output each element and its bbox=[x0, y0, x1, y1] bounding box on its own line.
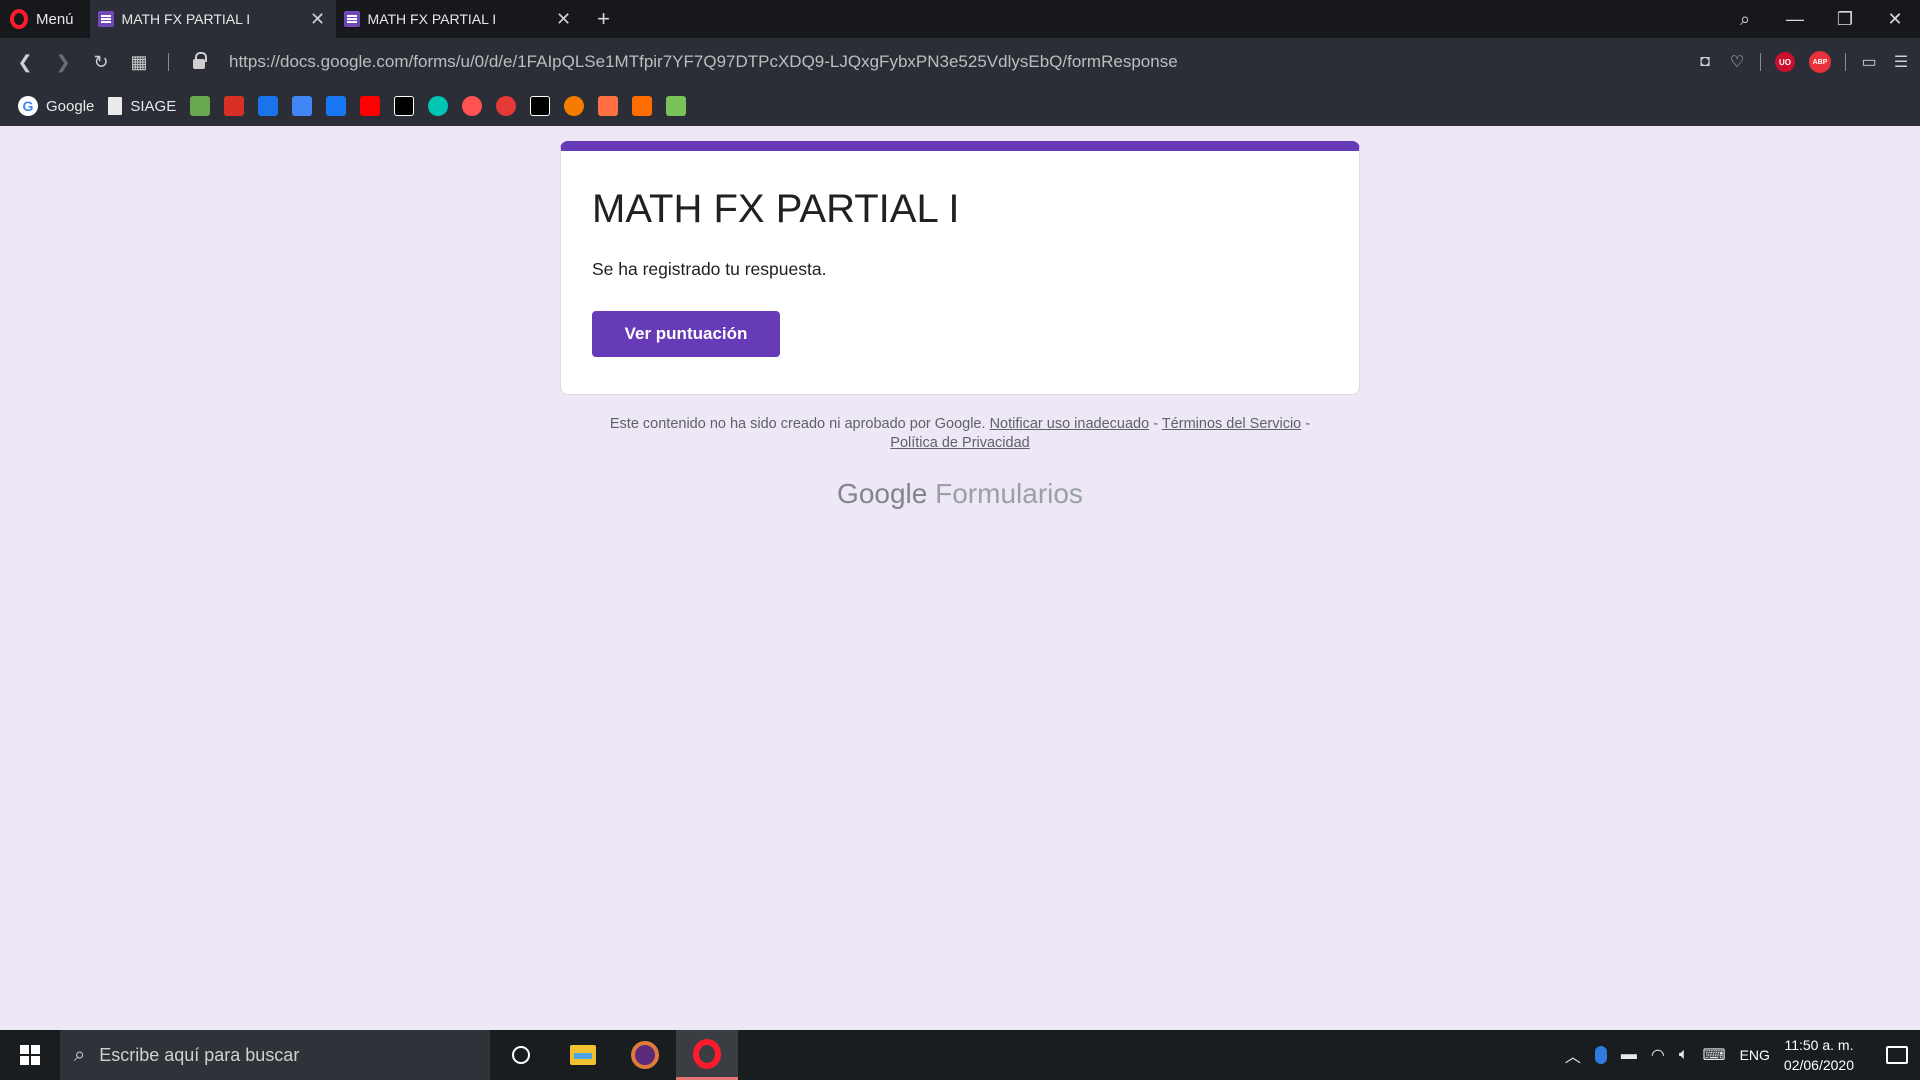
speed-dial-icon[interactable]: ▦ bbox=[120, 52, 158, 73]
bookmark-siage[interactable]: SIAGE bbox=[108, 97, 176, 115]
divider bbox=[1760, 53, 1761, 71]
ublock-icon[interactable]: UO bbox=[1775, 52, 1795, 72]
browser-tab-bar: Menú MATH FX PARTIAL I ✕ MATH FX PARTIAL… bbox=[0, 0, 1920, 38]
battery-saver-icon[interactable]: ▭ bbox=[1860, 53, 1878, 71]
tab-2[interactable]: MATH FX PARTIAL I ✕ bbox=[336, 0, 582, 38]
search-icon: ⌕ bbox=[74, 1043, 86, 1066]
opera-logo-icon bbox=[10, 9, 28, 29]
bluetooth-icon[interactable] bbox=[1594, 1046, 1607, 1064]
tomato-icon[interactable] bbox=[496, 96, 517, 116]
form-footer: Este contenido no ha sido creado ni apro… bbox=[560, 415, 1360, 453]
duolingo-icon[interactable] bbox=[666, 96, 687, 116]
opera-taskbar-button[interactable] bbox=[676, 1030, 738, 1080]
bookmark-icon[interactable] bbox=[632, 96, 653, 116]
start-button[interactable] bbox=[0, 1030, 60, 1080]
disclaimer-text: Este contenido no ha sido creado ni apro… bbox=[609, 416, 986, 432]
drive-icon[interactable] bbox=[258, 96, 279, 116]
address-bar: ❮ ❯ ↻ ▦ https://docs.google.com/forms/u/… bbox=[0, 38, 1920, 86]
url-field[interactable]: https://docs.google.com/forms/u/0/d/e/1F… bbox=[229, 52, 1178, 72]
separator: - bbox=[1153, 416, 1159, 432]
view-score-button[interactable]: Ver puntuación bbox=[592, 311, 780, 357]
translate-icon[interactable] bbox=[292, 96, 313, 116]
form-page: MATH FX PARTIAL I Se ha registrado tu re… bbox=[0, 126, 1920, 1030]
camera-icon[interactable]: ◘ bbox=[1696, 53, 1714, 71]
system-tray: ︿ ▬ ◠ 🔈︎ ⌨ ENG 11:50 a. m. 02/06/2020 bbox=[1565, 1030, 1920, 1080]
bookmark-google[interactable]: G Google bbox=[18, 96, 94, 116]
address-bar-tools: ◘ ♡ UO ABP ▭ ☰ bbox=[1696, 38, 1910, 86]
forms-icon bbox=[343, 11, 360, 27]
minimize-icon[interactable]: — bbox=[1770, 9, 1820, 30]
search-placeholder: Escribe aquí para buscar bbox=[99, 1044, 300, 1065]
search-icon[interactable]: ⌕ bbox=[1720, 9, 1770, 30]
taskbar-search[interactable]: ⌕ Escribe aquí para buscar bbox=[60, 1030, 490, 1080]
forms-icon bbox=[97, 11, 114, 27]
facebook-icon[interactable] bbox=[326, 96, 347, 116]
cortana-icon bbox=[512, 1046, 530, 1064]
blogger-icon[interactable] bbox=[598, 96, 619, 116]
play-icon[interactable] bbox=[462, 96, 483, 116]
tab-title: MATH FX PARTIAL I bbox=[121, 11, 251, 27]
restore-icon[interactable]: ❐ bbox=[1820, 9, 1870, 30]
forward-icon[interactable]: ❯ bbox=[44, 52, 82, 73]
menu-label: Menú bbox=[36, 10, 74, 28]
easy-setup-icon[interactable]: ☰ bbox=[1892, 53, 1910, 71]
media-player-button[interactable] bbox=[614, 1030, 676, 1080]
cortana-button[interactable] bbox=[490, 1030, 552, 1080]
opera-menu-button[interactable]: Menú bbox=[0, 0, 90, 38]
chevron-up-icon[interactable]: ︿ bbox=[1565, 1043, 1581, 1067]
windows-taskbar: ⌕ Escribe aquí para buscar ︿ ▬ ◠ 🔈︎ ⌨ EN… bbox=[0, 1030, 1920, 1080]
tab-close-icon[interactable]: ✕ bbox=[554, 9, 574, 30]
clock-date: 02/06/2020 bbox=[1783, 1057, 1854, 1073]
heart-icon[interactable]: ♡ bbox=[1728, 53, 1746, 71]
lock-icon[interactable] bbox=[193, 52, 207, 69]
clock[interactable]: 11:50 a. m. 02/06/2020 bbox=[1784, 1035, 1854, 1075]
youtube-icon[interactable] bbox=[360, 96, 381, 116]
bookmark-label: Google bbox=[46, 97, 95, 115]
bookmark-label: SIAGE bbox=[130, 97, 177, 115]
bookmark-icon[interactable] bbox=[530, 96, 551, 116]
response-card: MATH FX PARTIAL I Se ha registrado tu re… bbox=[560, 141, 1360, 395]
wifi-icon[interactable]: ◠ bbox=[1651, 1045, 1665, 1065]
divider bbox=[168, 53, 169, 71]
brand-product: Formularios bbox=[935, 478, 1083, 509]
bookmark-icon[interactable] bbox=[564, 96, 585, 116]
adblock-plus-icon[interactable]: ABP bbox=[1809, 51, 1831, 73]
separator: - bbox=[1305, 416, 1311, 432]
file-explorer-button[interactable] bbox=[552, 1030, 614, 1080]
bookmark-icon[interactable] bbox=[190, 96, 211, 116]
terms-link[interactable]: Términos del Servicio bbox=[1162, 416, 1301, 432]
brand-google: Google bbox=[837, 478, 928, 509]
media-player-icon bbox=[631, 1041, 659, 1069]
bookmark-icon[interactable] bbox=[428, 96, 449, 116]
folder-icon bbox=[570, 1045, 596, 1065]
document-icon bbox=[108, 97, 123, 115]
volume-icon[interactable]: 🔈︎ bbox=[1679, 1046, 1689, 1064]
tab-1[interactable]: MATH FX PARTIAL I ✕ bbox=[89, 0, 336, 38]
close-icon[interactable]: ✕ bbox=[1870, 9, 1920, 30]
divider bbox=[1845, 53, 1846, 71]
tab-close-icon[interactable]: ✕ bbox=[308, 9, 328, 30]
google-icon: G bbox=[18, 96, 38, 116]
window-controls: ⌕ — ❐ ✕ bbox=[1720, 0, 1920, 38]
keyboard-icon[interactable]: ⌨ bbox=[1702, 1045, 1725, 1065]
new-tab-button[interactable]: + bbox=[586, 6, 622, 32]
windows-icon bbox=[20, 1045, 40, 1065]
privacy-link[interactable]: Política de Privacidad bbox=[890, 435, 1029, 451]
bookmarks-bar: G Google SIAGE bbox=[0, 86, 1920, 126]
notifications-icon[interactable] bbox=[1886, 1046, 1908, 1064]
google-forms-logo[interactable]: Google Formularios bbox=[560, 478, 1360, 510]
reload-icon[interactable]: ↻ bbox=[82, 52, 120, 73]
battery-icon[interactable]: ▬ bbox=[1621, 1046, 1637, 1064]
back-icon[interactable]: ❮ bbox=[6, 52, 44, 73]
opera-icon bbox=[693, 1038, 721, 1069]
form-title: MATH FX PARTIAL I bbox=[592, 187, 960, 231]
clock-time: 11:50 a. m. bbox=[1784, 1037, 1854, 1053]
report-abuse-link[interactable]: Notificar uso inadecuado bbox=[990, 416, 1150, 432]
bookmark-icon[interactable] bbox=[394, 96, 415, 116]
gmail-icon[interactable] bbox=[224, 96, 245, 116]
tab-title: MATH FX PARTIAL I bbox=[367, 11, 497, 27]
confirmation-message: Se ha registrado tu respuesta. bbox=[592, 259, 827, 279]
language-indicator[interactable]: ENG bbox=[1740, 1047, 1770, 1063]
